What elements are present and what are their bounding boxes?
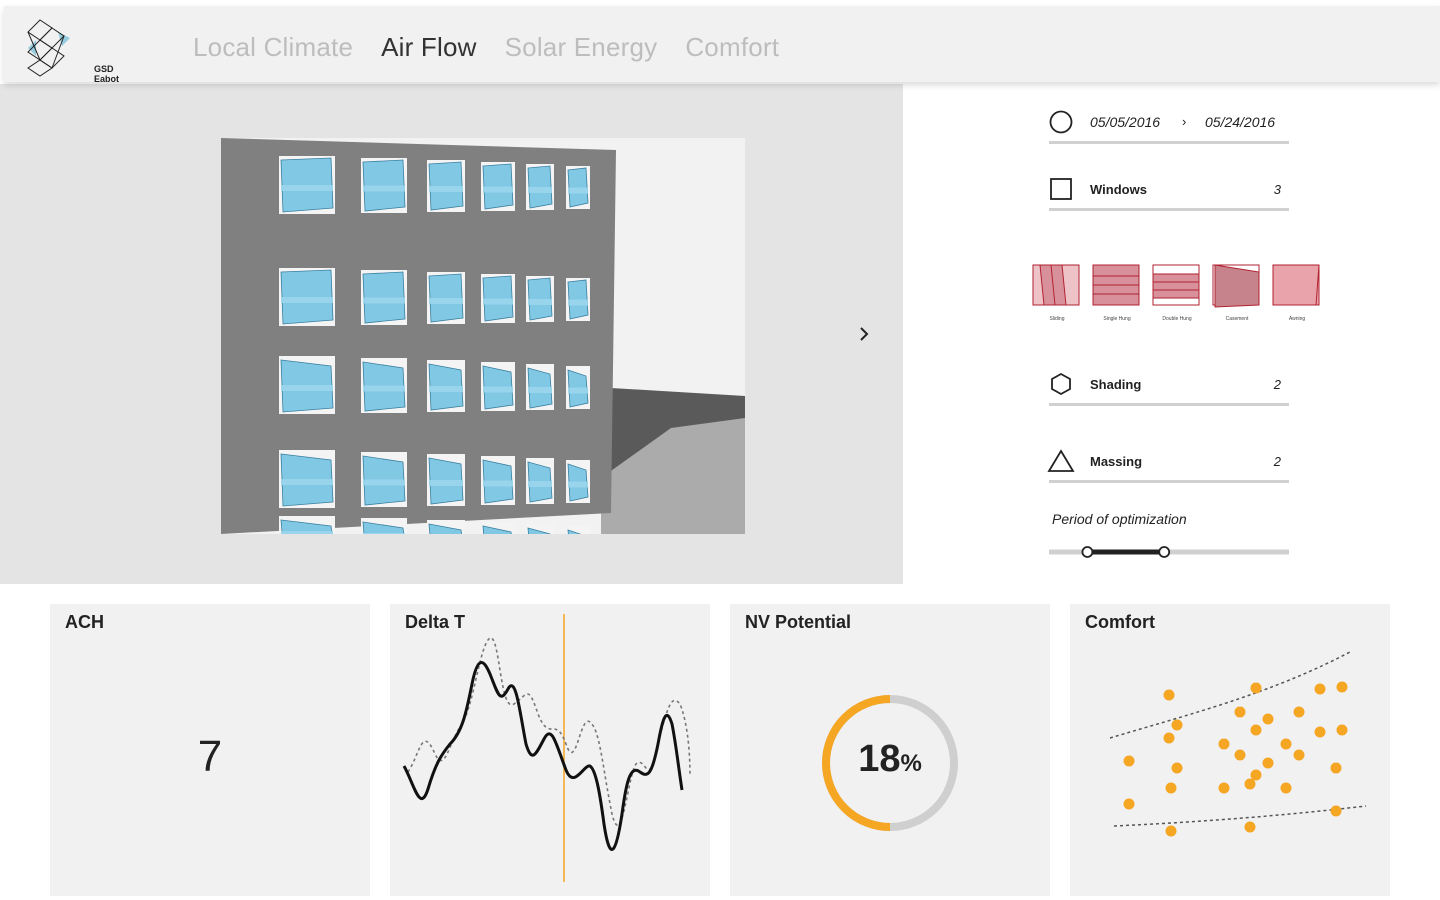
tab-air-flow[interactable]: Air Flow: [381, 32, 477, 63]
logo[interactable]: GSD Eabot: [22, 18, 132, 84]
windows-row[interactable]: Windows 3: [1049, 175, 1289, 211]
end-date[interactable]: 05/24/2016: [1205, 114, 1275, 130]
main-nav: Local Climate Air Flow Solar Energy Comf…: [193, 32, 807, 63]
comfort-lower-bound: [1113, 805, 1367, 827]
delta-t-series-dashed: [407, 637, 691, 826]
window-sash: [528, 481, 552, 487]
sliding-window-icon: [1032, 264, 1080, 306]
shading-label: Shading: [1090, 377, 1142, 392]
window-sash: [568, 387, 588, 394]
window-type-awning[interactable]: Awning: [1271, 264, 1323, 322]
nv-potential-card[interactable]: NV Potential 18%: [730, 604, 1050, 896]
chevron-right-icon: [860, 327, 869, 341]
window-sash: [363, 533, 405, 534]
window-sash: [429, 298, 463, 304]
slider-end-handle[interactable]: [1158, 546, 1171, 558]
building-facade-image: [221, 138, 745, 534]
window-sash: [528, 187, 552, 193]
window-type-single-hung[interactable]: Single Hung: [1091, 264, 1143, 322]
tab-comfort[interactable]: Comfort: [685, 32, 779, 63]
ach-value: 7: [197, 732, 223, 781]
window-type-sliding[interactable]: Sliding: [1031, 264, 1083, 322]
window-type-label: Casement: [1225, 316, 1249, 322]
windows-value: 3: [1273, 182, 1281, 197]
comfort-points: [1123, 681, 1348, 837]
comfort-scatter: [1109, 651, 1367, 837]
window-sash: [483, 186, 513, 193]
model-viewer: [0, 84, 903, 584]
window-sash: [568, 481, 588, 488]
window-sash: [429, 480, 463, 486]
window-sash: [483, 298, 513, 305]
top-bar: GSD Eabot Local Climate Air Flow Solar E…: [4, 6, 1440, 84]
window-type-label: Awning: [1288, 316, 1306, 322]
date-range-row[interactable]: 05/05/2016 › 05/24/2016: [1049, 108, 1289, 144]
awning-window-icon: [1272, 264, 1320, 306]
nv-value-wrap: 18%: [730, 738, 1050, 781]
parameters-panel: 05/05/2016 › 05/24/2016 Windows 3 Slidin…: [903, 84, 1440, 584]
building-render[interactable]: [221, 138, 745, 534]
period-label: Period of optimization: [1052, 511, 1187, 527]
logo-text: GSD Eabot: [94, 64, 120, 84]
massing-value: 2: [1273, 454, 1281, 469]
comfort-card[interactable]: Comfort: [1070, 604, 1390, 896]
tab-local-climate[interactable]: Local Climate: [193, 32, 353, 63]
window-sash: [429, 186, 463, 192]
card-title: ACH: [65, 612, 104, 632]
window-type-label: Double Hung: [1162, 316, 1192, 322]
double-hung-window-icon: [1152, 264, 1200, 306]
ach-card[interactable]: ACH 7: [50, 604, 370, 896]
window-sash: [281, 531, 333, 534]
window-sash: [483, 480, 513, 487]
hexagon-icon: [1051, 372, 1071, 396]
window-sash: [429, 386, 463, 392]
casement-window-icon: [1212, 264, 1260, 308]
logo-icon: [27, 19, 70, 77]
shading-row[interactable]: Shading 2: [1049, 370, 1289, 406]
square-icon: [1050, 178, 1072, 200]
window-type-label: Sliding: [1049, 316, 1065, 322]
start-date[interactable]: 05/05/2016: [1090, 114, 1160, 130]
window-sash: [483, 386, 513, 393]
tab-solar-energy[interactable]: Solar Energy: [505, 32, 658, 63]
massing-label: Massing: [1090, 454, 1143, 469]
window-type-double-hung[interactable]: Double Hung: [1151, 264, 1203, 322]
window-sash: [363, 185, 405, 192]
window-type-label: Single Hung: [1103, 316, 1131, 322]
window-sash: [281, 185, 333, 191]
slider-start-handle[interactable]: [1081, 546, 1094, 558]
window-sash: [363, 385, 405, 392]
nv-value: 18: [858, 738, 901, 780]
window-sash: [363, 479, 405, 486]
window-sash: [363, 297, 405, 304]
window-sash: [528, 387, 552, 393]
window-sash: [281, 385, 333, 391]
results-area: ACH 7 Delta T NV Potential 18% Comfort: [0, 584, 1440, 900]
circle-icon: [1049, 110, 1073, 134]
period-slider[interactable]: [1049, 545, 1289, 559]
window-sash: [281, 479, 333, 485]
triangle-icon: [1047, 449, 1075, 472]
chevron-right-icon: ›: [1182, 114, 1187, 129]
comfort-upper-bound: [1109, 651, 1351, 739]
window-type-selector: Sliding Single Hung Double Hung Casement…: [1031, 264, 1331, 334]
delta-t-chart: [402, 614, 691, 882]
shading-value: 2: [1273, 377, 1281, 392]
next-view-button[interactable]: [852, 322, 876, 346]
single-hung-window-icon: [1092, 264, 1140, 306]
delta-t-card[interactable]: Delta T: [390, 604, 710, 896]
massing-row[interactable]: Massing 2: [1047, 447, 1289, 483]
windows-label: Windows: [1090, 182, 1147, 197]
window-sash: [568, 187, 588, 194]
window-sash: [528, 299, 552, 305]
window-sash: [281, 297, 333, 303]
window-type-casement[interactable]: Casement: [1211, 264, 1263, 322]
slider-range: [1087, 549, 1165, 555]
nv-unit: %: [900, 750, 922, 777]
window-sash: [568, 299, 588, 306]
